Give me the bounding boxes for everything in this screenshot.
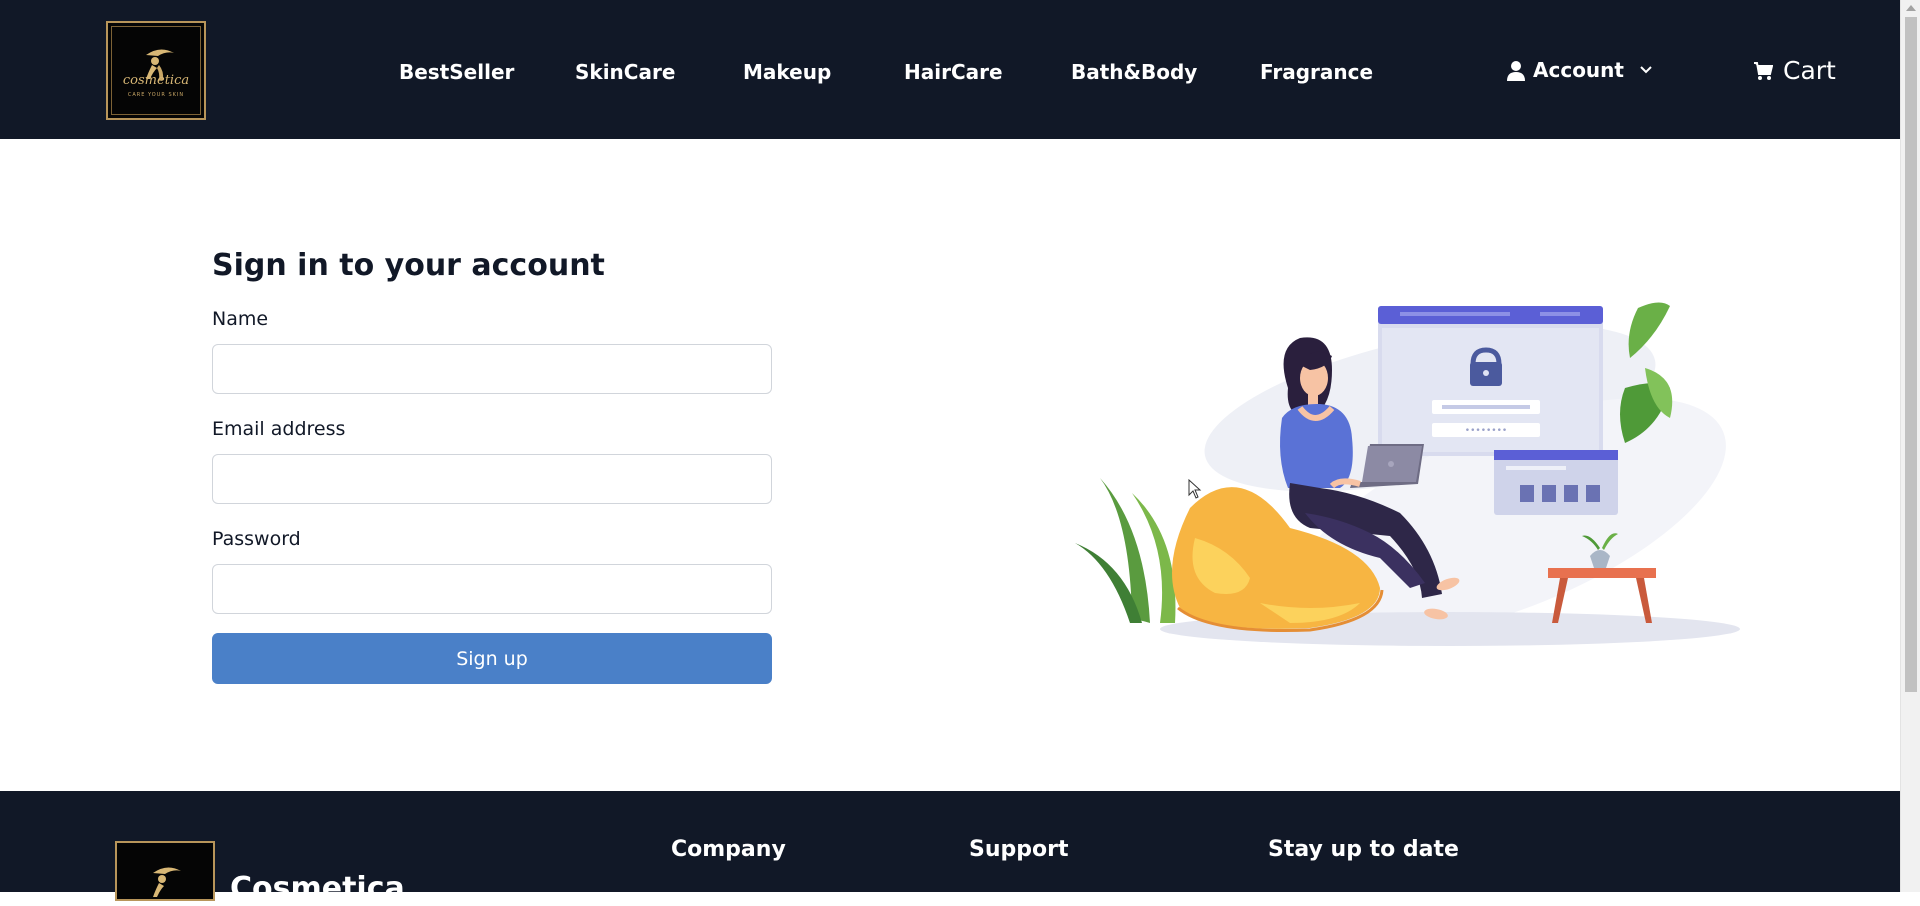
chevron-down-icon: [1640, 66, 1652, 74]
email-field[interactable]: [212, 454, 772, 504]
nav-haircare[interactable]: HairCare: [904, 60, 1003, 84]
footer-heading-support: Support: [969, 837, 1069, 862]
nav-skincare[interactable]: SkinCare: [575, 60, 675, 84]
footer-logo[interactable]: [115, 841, 215, 901]
site-footer: Cosmetica Company Support Stay up to dat…: [0, 791, 1900, 906]
account-menu[interactable]: Account: [1506, 58, 1653, 82]
password-mask-text: ••••••••: [1465, 426, 1507, 436]
scrollbar-thumb[interactable]: [1905, 17, 1917, 692]
nav-makeup[interactable]: Makeup: [743, 60, 831, 84]
footer-heading-company: Company: [671, 837, 786, 862]
cart-icon: [1754, 61, 1773, 80]
email-label: Email address: [212, 418, 346, 440]
name-field[interactable]: [212, 344, 772, 394]
password-field[interactable]: [212, 564, 772, 614]
page-scrollbar[interactable]: [1900, 0, 1920, 892]
sign-up-button[interactable]: Sign up: [212, 633, 772, 684]
login-illustration: ••••••••: [1075, 302, 1740, 646]
password-label: Password: [212, 528, 301, 550]
name-label: Name: [212, 308, 269, 330]
footer-logo-figure-icon: [153, 867, 181, 897]
account-label: Account: [1533, 58, 1624, 82]
user-icon: [1507, 60, 1525, 81]
nav-bath-body[interactable]: Bath&Body: [1071, 60, 1197, 84]
page-title: Sign in to your account: [212, 248, 605, 283]
scroll-up-arrow-icon[interactable]: [1906, 5, 1916, 11]
cart-label: Cart: [1783, 56, 1836, 85]
logo-script-text: cosmetica: [122, 73, 190, 88]
site-header: cosmetica CARE YOUR SKIN BestSeller Skin…: [0, 0, 1900, 139]
nav-bestseller[interactable]: BestSeller: [399, 60, 514, 84]
nav-fragrance[interactable]: Fragrance: [1260, 60, 1373, 84]
cart-link[interactable]: Cart: [1753, 56, 1836, 85]
footer-brand: Cosmetica: [230, 871, 405, 906]
logo[interactable]: cosmetica CARE YOUR SKIN: [106, 21, 206, 120]
footer-heading-stay-up-to-date: Stay up to date: [1268, 837, 1459, 862]
logo-tagline: CARE YOUR SKIN: [127, 92, 185, 98]
mouse-cursor-icon: [1188, 479, 1202, 499]
